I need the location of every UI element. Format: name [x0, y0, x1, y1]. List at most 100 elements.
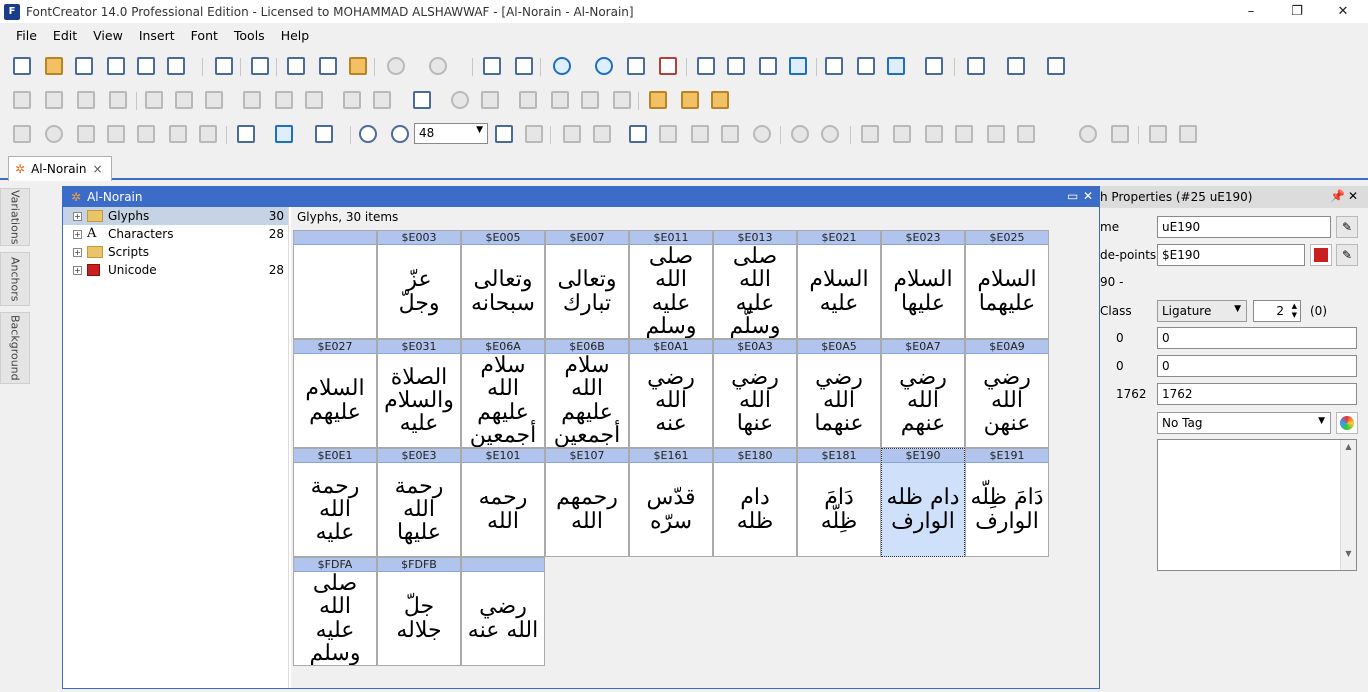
- zoom-window-icon[interactable]: [922, 54, 946, 78]
- background-image-icon[interactable]: [626, 122, 650, 146]
- ellipse-icon[interactable]: [750, 122, 774, 146]
- test-icon[interactable]: [756, 54, 780, 78]
- abc-icon[interactable]: [854, 54, 878, 78]
- validate-icon[interactable]: [786, 54, 810, 78]
- glyph-cell[interactable]: $E190 دام ظله الوارف: [881, 448, 965, 557]
- zoom-select-icon[interactable]: [522, 122, 546, 146]
- paste-icon[interactable]: [346, 54, 370, 78]
- glyph-g-icon[interactable]: [410, 88, 434, 112]
- align-top-icon[interactable]: [240, 88, 264, 112]
- menu-insert[interactable]: Insert: [131, 25, 183, 47]
- table-3-icon[interactable]: [1014, 122, 1038, 146]
- pencil-icon[interactable]: [166, 122, 190, 146]
- union-icon[interactable]: [646, 88, 670, 112]
- side-tab-anchors[interactable]: Anchors: [0, 252, 30, 306]
- anchor-icon[interactable]: [1076, 122, 1100, 146]
- distribute-h-icon[interactable]: [340, 88, 364, 112]
- glyph-cell[interactable]: $E107 رحمهم الله: [545, 448, 629, 557]
- metric-field-2[interactable]: 0: [1157, 355, 1357, 377]
- glyph-cell[interactable]: $E013 صلى الله عليه وسلّم: [713, 230, 797, 339]
- hand-icon[interactable]: [74, 122, 98, 146]
- glyph-cell[interactable]: رضي الله عنه: [461, 557, 545, 666]
- unlink-icon[interactable]: [592, 54, 616, 78]
- sort-icon[interactable]: [1004, 54, 1028, 78]
- glyph-cell[interactable]: $E021 السلام عليه: [797, 230, 881, 339]
- node-icon[interactable]: [1146, 122, 1170, 146]
- group-icon[interactable]: [10, 88, 34, 112]
- page-options-icon[interactable]: [1044, 54, 1068, 78]
- menu-view[interactable]: View: [85, 25, 131, 47]
- glyph-cell[interactable]: $FDFB جلّ جلاله: [377, 557, 461, 666]
- insert-character-icon[interactable]: [480, 54, 504, 78]
- glyph-cell[interactable]: $E005 وتعالى سبحانه: [461, 230, 545, 339]
- arrange-front-icon[interactable]: [74, 88, 98, 112]
- rectangle-icon[interactable]: [718, 122, 742, 146]
- link-icon[interactable]: [550, 54, 574, 78]
- flip-left-icon[interactable]: [516, 88, 540, 112]
- measure-icon[interactable]: [134, 122, 158, 146]
- arrow-right-icon[interactable]: [818, 122, 842, 146]
- formula-icon[interactable]: [624, 54, 648, 78]
- corner-cut-icon[interactable]: [590, 122, 614, 146]
- undo-icon[interactable]: [384, 54, 408, 78]
- auto-trace-icon[interactable]: [688, 122, 712, 146]
- unicode-icon[interactable]: [1310, 244, 1332, 266]
- lasso-icon[interactable]: [42, 122, 66, 146]
- expand-icon[interactable]: +: [73, 211, 82, 221]
- glyph-cell[interactable]: $E007 وتعالى تبارك: [545, 230, 629, 339]
- scroll-up-icon[interactable]: ▲: [1341, 442, 1356, 451]
- tree-item-scripts[interactable]: + Scripts: [63, 243, 288, 261]
- upload-icon[interactable]: [884, 54, 908, 78]
- grid-2-icon[interactable]: [890, 122, 914, 146]
- glyph-cell[interactable]: $FDFA صلى الله عليه وسلم: [293, 557, 377, 666]
- anchor-lock-icon[interactable]: [1108, 122, 1132, 146]
- select-rect-icon[interactable]: [10, 122, 34, 146]
- glyph-cell[interactable]: $E0A5 رضي الله عنهما: [797, 339, 881, 448]
- menu-file[interactable]: File: [8, 25, 45, 47]
- corner-icon[interactable]: [560, 122, 584, 146]
- expand-icon[interactable]: +: [73, 229, 82, 239]
- tree-item-glyphs[interactable]: + Glyphs 30: [63, 207, 288, 225]
- glyph-cell[interactable]: $E0A3 رضي الله عنها: [713, 339, 797, 448]
- exclude-icon[interactable]: [708, 88, 732, 112]
- paint-bucket-icon[interactable]: [196, 122, 220, 146]
- glyph-cell[interactable]: $E027 السلام عليهم: [293, 339, 377, 448]
- close-icon[interactable]: ✕: [1348, 189, 1358, 203]
- glyph-cell[interactable]: $E161 قدّس سرّه: [629, 448, 713, 557]
- align-middle-icon[interactable]: [272, 88, 296, 112]
- glyph-cell[interactable]: $E0A1 رضي الله عنه: [629, 339, 713, 448]
- zoom-select[interactable]: 48 ▼: [414, 123, 488, 144]
- tag-select[interactable]: No Tag ▼: [1157, 412, 1331, 434]
- glyph-cell[interactable]: $E031 الصلاة والسلام عليه: [377, 339, 461, 448]
- save-all-icon[interactable]: [134, 54, 158, 78]
- class-spinner[interactable]: 2 ▲ ▼: [1253, 300, 1301, 322]
- glyph-cell[interactable]: $E011 صلى الله عليه وسلم: [629, 230, 713, 339]
- distribute-v-icon[interactable]: [370, 88, 394, 112]
- edit-name-icon[interactable]: ✎: [1336, 216, 1358, 238]
- open-icon[interactable]: [42, 54, 66, 78]
- fit-icon[interactable]: [492, 122, 516, 146]
- minimize-button[interactable]: –: [1228, 0, 1274, 23]
- glyph-cell[interactable]: $E191 دَامَ ظِلّه الوارف: [965, 448, 1049, 557]
- metric-field-1[interactable]: 0: [1157, 327, 1357, 349]
- text-tool-icon[interactable]: [104, 122, 128, 146]
- ungroup-icon[interactable]: [42, 88, 66, 112]
- align-right-icon[interactable]: [202, 88, 226, 112]
- menu-help[interactable]: Help: [273, 25, 318, 47]
- table-2-icon[interactable]: [952, 122, 976, 146]
- expand-icon[interactable]: +: [73, 265, 82, 275]
- close-icon[interactable]: ✕: [1083, 189, 1093, 203]
- glyph-search-icon[interactable]: [822, 54, 846, 78]
- transform-icon[interactable]: [478, 88, 502, 112]
- grid-icon[interactable]: [858, 122, 882, 146]
- glyph-cell[interactable]: $E0A7 رضي الله عنهم: [881, 339, 965, 448]
- new-font-icon[interactable]: [10, 54, 34, 78]
- save-icon[interactable]: [104, 54, 128, 78]
- glyph-cell[interactable]: $E0E3 رحمة الله عليها: [377, 448, 461, 557]
- metric-field-3[interactable]: 1762: [1157, 383, 1357, 405]
- glyph-notes-textarea[interactable]: ▲ ▼: [1157, 439, 1357, 571]
- export-icon[interactable]: [164, 54, 188, 78]
- align-center-icon[interactable]: [172, 88, 196, 112]
- glyph-cell[interactable]: $E025 السلام عليهما: [965, 230, 1049, 339]
- maximize-button[interactable]: ❐: [1274, 0, 1320, 23]
